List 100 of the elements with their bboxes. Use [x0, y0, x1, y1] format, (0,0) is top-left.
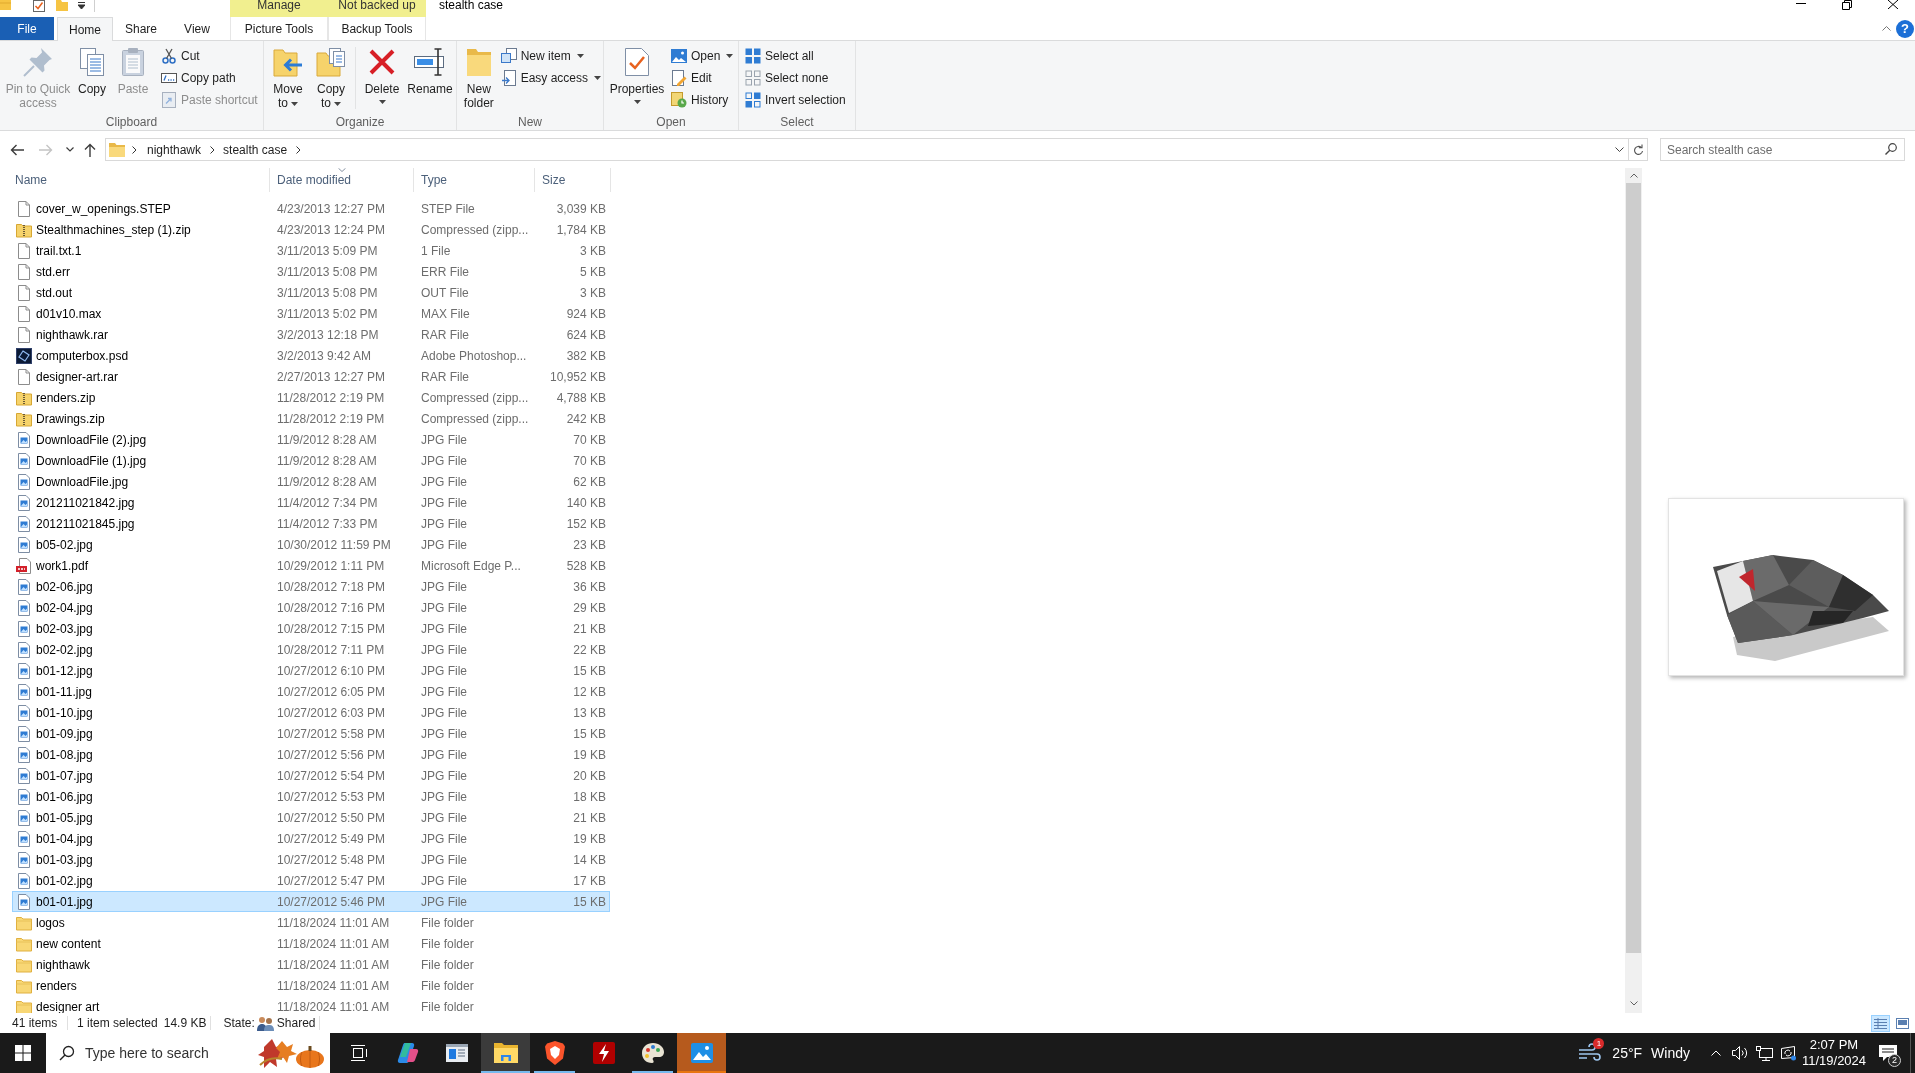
date-modified: 3/11/2013 5:09 PM: [277, 243, 378, 258]
select-all-button[interactable]: Select all: [743, 45, 848, 67]
file-row[interactable]: DownloadFile (1).jpg 11/9/2012 8:28 AM JPG File 70 KB: [12, 450, 610, 471]
vertical-scrollbar[interactable]: [1625, 168, 1642, 1013]
file-row[interactable]: d01v10.max 3/11/2013 5:02 PM MAX File 924 KB: [12, 303, 610, 324]
breadcrumb[interactable]: nighthawk: [143, 139, 206, 160]
scrollbar-thumb[interactable]: [1626, 183, 1641, 953]
history-button[interactable]: History: [669, 89, 736, 111]
rename-button[interactable]: Rename: [406, 41, 454, 113]
file-row[interactable]: b01-05.jpg 10/27/2012 5:50 PM JPG File 21 KB: [12, 807, 610, 828]
ribbon-tab[interactable]: Home: [57, 17, 113, 41]
weather-condition[interactable]: Windy: [1651, 1042, 1690, 1064]
refresh-button[interactable]: [1629, 138, 1648, 161]
taskbar-search-field[interactable]: Type here to search: [46, 1033, 330, 1073]
file-row[interactable]: Stealthmachines_step (1).zip 4/23/2013 12:24 PM Compressed (zipp... 1,784 KB: [12, 219, 610, 240]
copy-path-button[interactable]: Copy path: [159, 67, 260, 89]
file-row[interactable]: b02-03.jpg 10/28/2012 7:15 PM JPG File 21 KB: [12, 618, 610, 639]
chevron-right-icon[interactable]: [209, 145, 215, 154]
taskbar-app-button[interactable]: [481, 1033, 530, 1073]
chevron-down-icon[interactable]: [1615, 147, 1624, 152]
ribbon-tab[interactable]: View: [169, 17, 225, 40]
size-column-header[interactable]: Size: [534, 168, 611, 192]
file-row[interactable]: nighthawk.rar 3/2/2013 12:18 PM RAR File 624 KB: [12, 324, 610, 345]
file-row[interactable]: b02-04.jpg 10/28/2012 7:16 PM JPG File 29 KB: [12, 597, 610, 618]
blank-file-icon: [16, 326, 32, 343]
properties-button[interactable]: Properties: [608, 41, 666, 113]
file-row[interactable]: Drawings.zip 11/28/2012 2:19 PM Compressed (zipp... 242 KB: [12, 408, 610, 429]
file-row[interactable]: b01-09.jpg 10/27/2012 5:58 PM JPG File 15 KB: [12, 723, 610, 744]
file-name: b05-02.jpg: [36, 536, 93, 554]
file-row[interactable]: new content 11/18/2024 11:01 AM File folder: [12, 933, 610, 954]
file-row[interactable]: DownloadFile (2).jpg 11/9/2012 8:28 AM JPG File 70 KB: [12, 429, 610, 450]
file-tab[interactable]: File: [0, 17, 54, 40]
file-row[interactable]: std.out 3/11/2013 5:08 PM OUT File 3 KB: [12, 282, 610, 303]
file-type: Compressed (zipp...: [421, 390, 529, 405]
details-view-button[interactable]: [1871, 1014, 1890, 1032]
file-row[interactable]: computerbox.psd 3/2/2013 9:42 AM Adobe Photoshop... 382 KB: [12, 345, 610, 366]
file-row[interactable]: designer-art.rar 2/27/2013 12:27 PM RAR File 10,952 KB: [12, 366, 610, 387]
file-row[interactable]: b02-06.jpg 10/28/2012 7:18 PM JPG File 36 KB: [12, 576, 610, 597]
select-none-button[interactable]: Select none: [743, 67, 848, 89]
address-bar[interactable]: nighthawk stealth case: [105, 138, 1629, 161]
file-row[interactable]: b01-04.jpg 10/27/2012 5:49 PM JPG File 19 KB: [12, 828, 610, 849]
type-column-header[interactable]: Type: [413, 168, 534, 192]
chevron-right-icon[interactable]: [131, 145, 137, 154]
file-row[interactable]: nighthawk 11/18/2024 11:01 AM File folder: [12, 954, 610, 975]
file-row[interactable]: b01-08.jpg 10/27/2012 5:56 PM JPG File 19 KB: [12, 744, 610, 765]
screen-sync-icon: [1779, 1045, 1797, 1061]
cut-button[interactable]: Cut: [159, 45, 260, 67]
file-row[interactable]: renders 11/18/2024 11:01 AM File folder: [12, 975, 610, 996]
caret-icon[interactable]: [78, 2, 85, 9]
new-item-button[interactable]: New item: [498, 45, 603, 67]
clock-date[interactable]: 11/19/2024: [1801, 1053, 1867, 1069]
copy-button[interactable]: Copy: [73, 41, 111, 113]
ribbon-tab[interactable]: Share: [113, 17, 169, 40]
clock-time[interactable]: 2:07 PM: [1809, 1037, 1859, 1053]
file-row[interactable]: designer art 11/18/2024 11:01 AM File folder: [12, 996, 610, 1013]
move-to-button[interactable]: Move to: [268, 41, 308, 113]
file-row[interactable]: b01-12.jpg 10/27/2012 6:10 PM JPG File 15 KB: [12, 660, 610, 681]
chevron-right-icon[interactable]: [295, 145, 301, 154]
file-row[interactable]: renders.zip 11/28/2012 2:19 PM Compressed (zipp... 4,788 KB: [12, 387, 610, 408]
file-row[interactable]: std.err 3/11/2013 5:08 PM ERR File 5 KB: [12, 261, 610, 282]
checkbox-icon[interactable]: [33, 0, 45, 12]
temperature[interactable]: 25°F: [1612, 1042, 1643, 1064]
file-row[interactable]: b01-01.jpg 10/27/2012 5:46 PM JPG File 15 KB: [12, 891, 610, 912]
wind-icon[interactable]: [1578, 1043, 1603, 1063]
date-modified: 11/18/2024 11:01 AM: [277, 957, 390, 972]
edit-button[interactable]: Edit: [669, 67, 736, 89]
file-row[interactable]: trail.txt.1 3/11/2013 5:09 PM 1 File 3 KB: [12, 240, 610, 261]
name-column-header[interactable]: Name: [10, 168, 269, 192]
copy-to-button[interactable]: Copy to: [311, 41, 351, 113]
date-modified: 10/27/2012 5:56 PM: [277, 747, 386, 762]
date-modified-column-header[interactable]: Date modified: [269, 168, 413, 192]
help-button[interactable]: ?: [1896, 19, 1914, 38]
open-button[interactable]: Open: [669, 45, 736, 67]
selection-count: 1 item selected: [77, 1015, 158, 1032]
file-row[interactable]: b01-11.jpg 10/27/2012 6:05 PM JPG File 12 KB: [12, 681, 610, 702]
file-size: 15 KB: [573, 662, 606, 680]
file-row[interactable]: b01-03.jpg 10/27/2012 5:48 PM JPG File 14 KB: [12, 849, 610, 870]
file-name: b01-01.jpg: [36, 893, 93, 911]
path-box-icon: [161, 70, 177, 86]
file-row[interactable]: 201211021842.jpg 11/4/2012 7:34 PM JPG File 140 KB: [12, 492, 610, 513]
zip-folder-icon: [16, 389, 32, 406]
file-row[interactable]: 201211021845.jpg 11/4/2012 7:33 PM JPG File 152 KB: [12, 513, 610, 534]
file-row[interactable]: cover_w_openings.STEP 4/23/2013 12:27 PM STEP File 3,039 KB: [12, 198, 610, 219]
file-row[interactable]: b01-10.jpg 10/27/2012 6:03 PM JPG File 13 KB: [12, 702, 610, 723]
ribbon-group-label: Organize: [334, 114, 386, 130]
file-row[interactable]: b05-02.jpg 10/30/2012 11:59 PM JPG File 23 KB: [12, 534, 610, 555]
file-row[interactable]: b01-06.jpg 10/27/2012 5:53 PM JPG File 18 KB: [12, 786, 610, 807]
invert-selection-button[interactable]: Invert selection: [743, 89, 848, 111]
file-row[interactable]: DownloadFile.jpg 11/9/2012 8:28 AM JPG File 62 KB: [12, 471, 610, 492]
file-row[interactable]: b01-07.jpg 10/27/2012 5:54 PM JPG File 20 KB: [12, 765, 610, 786]
file-row[interactable]: work1.pdf 10/29/2012 1:11 PM Microsoft Edge P... 528 KB: [12, 555, 610, 576]
breadcrumb[interactable]: stealth case: [219, 139, 292, 160]
delete-button[interactable]: Delete: [360, 41, 404, 113]
notifications-button[interactable]: 2: [1870, 1033, 1905, 1073]
new-folder-button[interactable]: New folder: [463, 41, 495, 113]
file-row[interactable]: b01-02.jpg 10/27/2012 5:47 PM JPG File 17 KB: [12, 870, 610, 891]
easy-access-button[interactable]: Easy access: [498, 67, 603, 89]
search-field[interactable]: Search stealth case: [1660, 138, 1905, 161]
file-row[interactable]: logos 11/18/2024 11:01 AM File folder: [12, 912, 610, 933]
file-row[interactable]: b02-02.jpg 10/28/2012 7:11 PM JPG File 22 KB: [12, 639, 610, 660]
